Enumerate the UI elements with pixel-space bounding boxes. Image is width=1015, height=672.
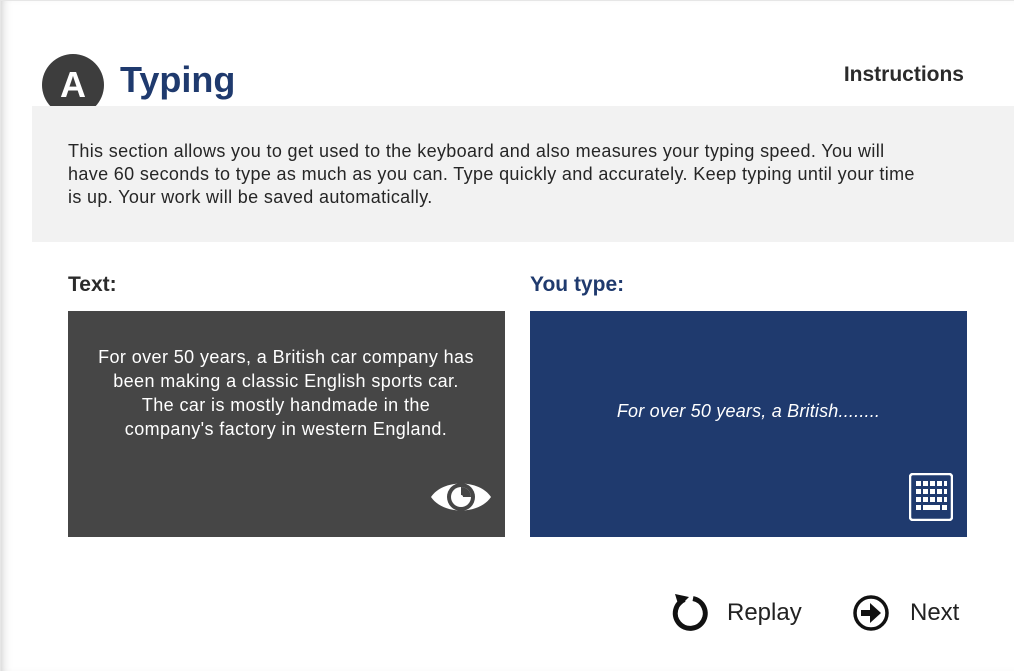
typed-text: For over 50 years, a British........ <box>616 401 881 421</box>
typing-area-label: You type: <box>530 273 625 296</box>
instructions-heading: Instructions <box>843 63 964 86</box>
next-button[interactable]: Next <box>852 591 959 635</box>
source-passage: For over 50 years, a British car company… <box>98 347 474 439</box>
replay-label: Replay <box>727 599 802 626</box>
arrow-right-circle-icon <box>853 595 889 631</box>
section-badge-letter: A <box>60 64 86 105</box>
source-text-panel: For over 50 years, a British car company… <box>68 311 505 537</box>
typing-input-area[interactable]: For over 50 years, a British........ <box>530 311 967 537</box>
replay-button[interactable]: Replay <box>669 591 802 635</box>
instructions-text: This section allows you to get used to t… <box>68 141 915 207</box>
typing-section: A Typing Instructions This section allow… <box>0 0 1014 671</box>
keyboard-icon <box>909 473 953 521</box>
replay-icon <box>672 594 708 631</box>
source-text-label: Text: <box>68 273 117 296</box>
next-label: Next <box>910 599 960 626</box>
eye-icon <box>431 483 491 511</box>
section-title: Typing <box>120 59 236 100</box>
